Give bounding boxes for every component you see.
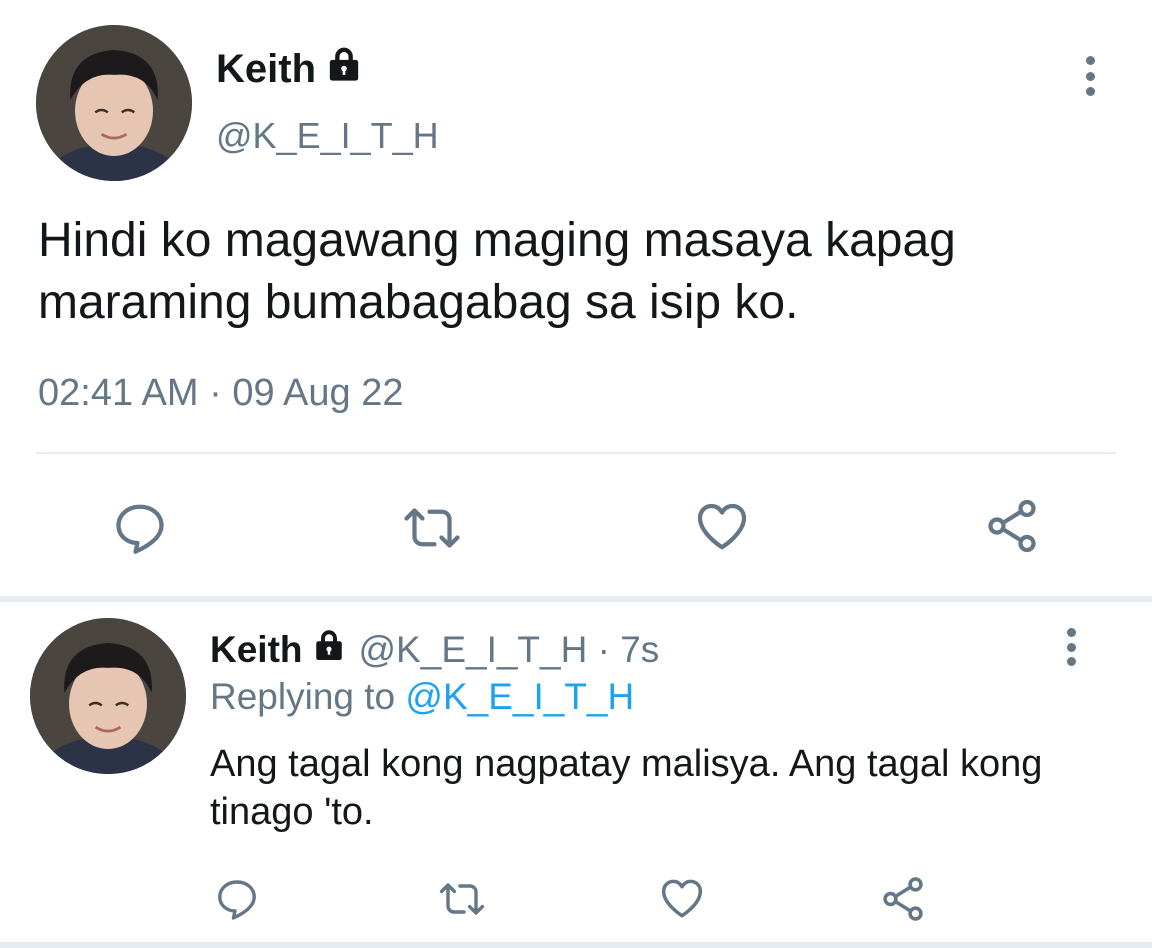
like-button[interactable] <box>690 496 754 556</box>
tweet-text: Hindi ko magawang maging masaya kapag ma… <box>38 214 956 329</box>
more-vertical-icon[interactable] <box>1061 628 1081 666</box>
author-name[interactable]: Keith <box>210 629 303 671</box>
reply-button[interactable] <box>212 874 262 924</box>
heart-icon <box>661 879 703 918</box>
share-icon <box>988 499 1036 553</box>
author-name-text[interactable]: Keith <box>216 47 316 92</box>
tweet-timestamp: 02:41 AM · 09 Aug 22 <box>38 372 404 414</box>
heart-icon <box>697 503 747 550</box>
reply-button[interactable] <box>108 496 172 560</box>
tweet-separator <box>0 596 1152 602</box>
author-handle[interactable]: @K_E_I_T_H <box>216 115 439 157</box>
tweet-text: Ang tagal kong nagpatay malisya. Ang tag… <box>210 743 1043 833</box>
author-name[interactable]: Keith <box>216 44 364 94</box>
retweet-icon <box>439 883 485 915</box>
retweet-button[interactable] <box>434 874 490 924</box>
reply-icon <box>218 880 256 920</box>
author-handle-time[interactable]: @K_E_I_T_H · 7s <box>359 629 660 671</box>
retweet-button[interactable] <box>398 496 466 560</box>
reply-header: Keith @K_E_I_T_H · 7s <box>210 627 659 672</box>
share-button[interactable] <box>980 494 1044 558</box>
divider <box>36 452 1116 454</box>
tweet-separator <box>0 942 1152 948</box>
replying-mention-link[interactable]: @K_E_I_T_H <box>405 676 634 717</box>
more-vertical-icon[interactable] <box>1080 56 1100 96</box>
share-icon <box>883 877 923 921</box>
retweet-icon <box>404 508 460 548</box>
avatar-photo <box>36 25 192 181</box>
like-button[interactable] <box>656 873 708 923</box>
avatar[interactable] <box>36 25 192 181</box>
lock-icon <box>311 627 347 672</box>
reply-icon <box>116 504 164 554</box>
lock-icon <box>324 44 364 94</box>
replying-to: Replying to @K_E_I_T_H <box>210 676 634 718</box>
replying-prefix: Replying to <box>210 676 396 717</box>
avatar[interactable] <box>30 618 186 774</box>
avatar-photo <box>30 618 186 774</box>
share-button[interactable] <box>876 872 930 926</box>
